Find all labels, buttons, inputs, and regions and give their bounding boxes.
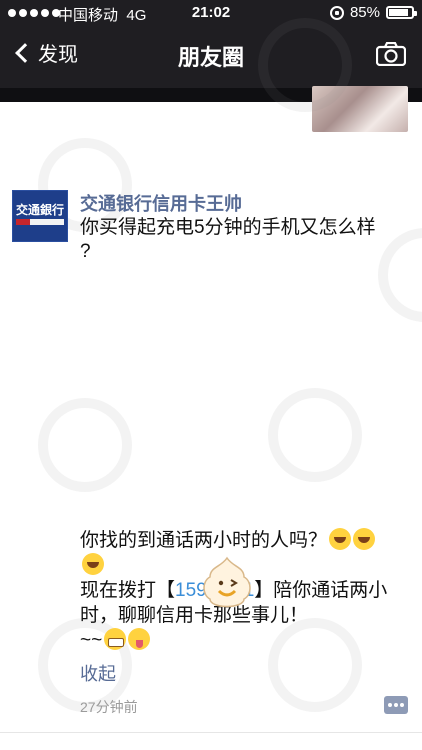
top-bar: 中国移动 4G 21:02 85% 发现 朋友圈 <box>0 0 422 90</box>
comment-button[interactable] <box>384 696 408 714</box>
battery-area: 85% <box>329 4 417 21</box>
nav-bar: 发现 朋友圈 <box>0 26 422 88</box>
tongue-emoji-icon <box>128 628 151 650</box>
watermark-icon <box>250 370 362 482</box>
post-timestamp: 27分钟前 <box>80 699 138 715</box>
battery-percent: 85% <box>349 4 380 21</box>
previous-post-photo[interactable] <box>312 86 408 132</box>
divider <box>0 732 422 733</box>
avatar-logo-text: 交通銀行 <box>16 203 65 217</box>
laughing-emoji-icon <box>82 553 104 575</box>
post-text-intro: 你买得起充电5分钟的手机又怎么样 ? <box>80 217 376 262</box>
collapse-link[interactable]: 收起 <box>80 660 116 686</box>
avatar[interactable]: 交通銀行 <box>12 190 68 242</box>
grinning-emoji-icon <box>104 628 127 650</box>
post-author-name[interactable]: 交通银行信用卡王帅 <box>80 190 242 216</box>
orientation-lock-icon <box>329 5 344 20</box>
laughing-emoji-icon <box>353 528 376 550</box>
status-bar: 中国移动 4G 21:02 85% <box>0 0 422 26</box>
page-title: 朋友圈 <box>177 45 244 70</box>
watermark-icon <box>20 380 132 492</box>
sticker-icon <box>203 556 251 608</box>
camera-icon[interactable] <box>376 42 406 66</box>
battery-icon <box>386 6 417 19</box>
laughing-emoji-icon <box>329 528 352 550</box>
